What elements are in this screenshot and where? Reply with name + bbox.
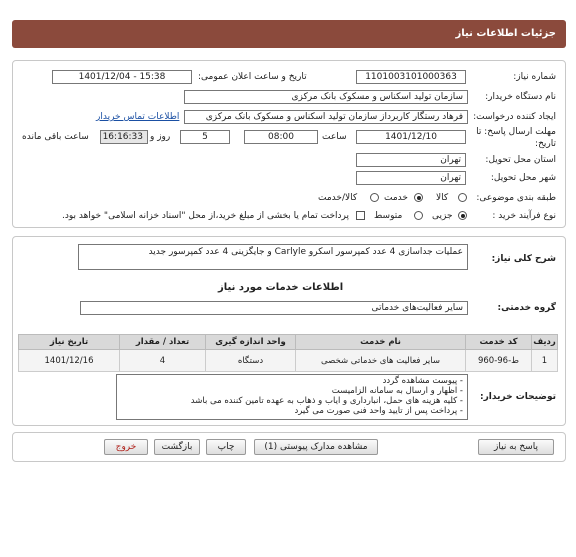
need-date-cell: 1401/12/16: [18, 349, 120, 372]
remaining-time-field: 16:16:33: [100, 130, 148, 144]
payment-treasury-checkbox[interactable]: [356, 211, 365, 220]
need-number-label: شماره نیاز:: [513, 72, 556, 82]
col-row-header: ردیف: [531, 334, 558, 350]
deadline-date-field: 1401/12/10: [356, 130, 466, 144]
category-goods-service-radio[interactable]: [370, 193, 379, 202]
col-unit-header: واحد اندازه گیری: [205, 334, 296, 350]
province-field: تهران: [356, 153, 466, 167]
service-group-label: گروه خدمتی:: [497, 303, 556, 313]
remaining-time-label: ساعت باقی مانده: [22, 132, 89, 142]
table-row: 1 ط-96-960 سایر فعالیت های خدماتی شخصی د…: [18, 349, 558, 372]
deadline-date-label: تاریخ:: [535, 139, 556, 149]
category-goods-service-label: کالا/خدمت: [318, 193, 358, 203]
creator-label: ایجاد کننده درخواست:: [473, 112, 556, 122]
note-line: - کلیه هزینه های حمل، انبارداری و ایاب و…: [190, 396, 463, 406]
process-medium-radio[interactable]: [414, 211, 423, 220]
buyer-contact-link[interactable]: اطلاعات تماس خریدار: [96, 112, 179, 122]
buyer-label: نام دستگاه خریدار:: [485, 92, 556, 102]
back-button[interactable]: بازگشت: [154, 439, 200, 455]
attachments-button[interactable]: مشاهده مدارک پیوستی (1): [254, 439, 378, 455]
col-name-header: نام خدمت: [295, 334, 466, 350]
province-label: استان محل تحویل:: [485, 155, 556, 165]
exit-button[interactable]: خروج: [104, 439, 148, 455]
announce-date-field: 1401/12/04 - 15:38: [52, 70, 192, 84]
services-section-title: اطلاعات خدمات مورد نیاز: [218, 282, 344, 293]
service-name-cell: سایر فعالیت های خدماتی شخصی: [295, 349, 466, 372]
process-partial-label: جزیی: [432, 211, 453, 221]
col-quantity-header: تعداد / مقدار: [119, 334, 206, 350]
buyer-field: سازمان تولید اسکناس و مسکوک بانک مرکزی: [184, 90, 468, 104]
process-partial-radio[interactable]: [458, 211, 467, 220]
quantity-cell: 4: [119, 349, 206, 372]
services-table-header: ردیف کد خدمت نام خدمت واحد اندازه گیری ت…: [18, 334, 558, 350]
deadline-time-label: ساعت: [322, 132, 347, 142]
col-code-header: کد خدمت: [465, 334, 532, 350]
days-label: روز و: [150, 132, 171, 142]
service-code-cell: ط-96-960: [465, 349, 532, 372]
summary-field: عملیات جداسازی 4 عدد کمپرسور اسکرو Carly…: [78, 244, 468, 270]
category-service-label: خدمت: [384, 193, 408, 203]
deadline-label: مهلت ارسال پاسخ: تا: [476, 127, 556, 137]
note-line: - اظهار و ارسال به سامانه الزامیست: [331, 386, 463, 396]
category-goods-label: کالا: [436, 193, 449, 203]
announce-date-label: تاریخ و ساعت اعلان عمومی:: [198, 72, 307, 82]
reply-button[interactable]: پاسخ به نیاز: [478, 439, 554, 455]
city-label: شهر محل تحویل:: [490, 173, 556, 183]
need-number-field: 1101003101000363: [356, 70, 466, 84]
process-type-label: نوع فرآیند خرید :: [492, 211, 556, 221]
note-line: - پرداخت پس از تایید واحد فنی صورت می گی…: [294, 406, 463, 416]
summary-label: شرح کلی نیاز:: [491, 254, 556, 264]
col-date-header: تاریخ نیاز: [18, 334, 120, 350]
days-remaining-field: 5: [180, 130, 230, 144]
page-title: جزئیات اطلاعات نیاز: [455, 28, 556, 39]
buyer-notes-field: - پیوست مشاهده گردد - اظهار و ارسال به س…: [116, 374, 468, 420]
service-group-field: سایر فعالیت‌های خدماتی: [80, 301, 468, 315]
category-goods-radio[interactable]: [458, 193, 467, 202]
category-service-radio[interactable]: [414, 193, 423, 202]
print-button[interactable]: چاپ: [206, 439, 246, 455]
city-field: تهران: [356, 171, 466, 185]
buyer-notes-label: توضیحات خریدار:: [480, 392, 556, 402]
category-label: طبقه بندی موضوعی:: [476, 193, 556, 203]
services-table: ردیف کد خدمت نام خدمت واحد اندازه گیری ت…: [18, 334, 558, 372]
page-header: جزئیات اطلاعات نیاز: [12, 20, 566, 48]
note-line: - پیوست مشاهده گردد: [382, 376, 463, 386]
row-number-cell: 1: [531, 349, 558, 372]
process-medium-label: متوسط: [374, 211, 403, 221]
unit-cell: دستگاه: [205, 349, 296, 372]
creator-field: فرهاد رستگار کاربرداز سازمان تولید اسکنا…: [184, 110, 468, 124]
payment-note: پرداخت تمام یا بخشی از مبلغ خرید،از محل …: [62, 211, 350, 221]
deadline-time-field: 08:00: [244, 130, 318, 144]
